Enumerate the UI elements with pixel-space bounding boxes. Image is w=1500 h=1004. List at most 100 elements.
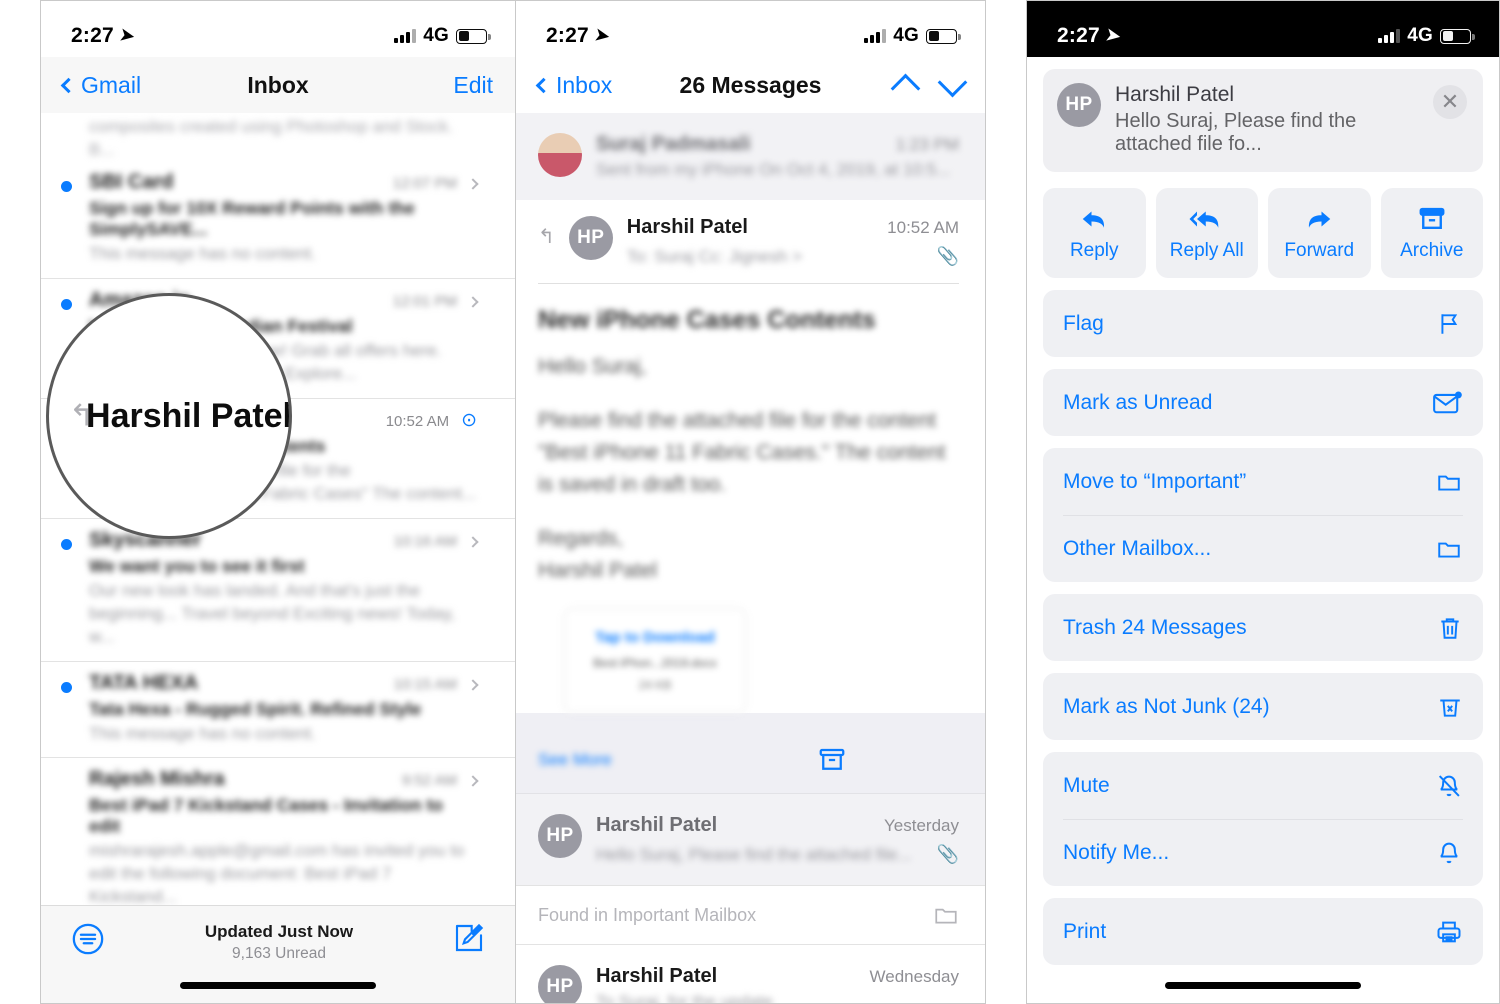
list-item[interactable]: Skyscanner 10:16 AM We want you to see i… <box>41 519 515 662</box>
reply-all-icon <box>1187 204 1227 234</box>
forward-button[interactable]: Forward <box>1268 188 1371 278</box>
notify-me-row[interactable]: Notify Me... <box>1043 819 1483 886</box>
signal-bars-icon <box>394 29 417 43</box>
mark-as-not-junk-row[interactable]: Mark as Not Junk (24) <box>1043 673 1483 740</box>
row-label: Trash 24 Messages <box>1063 615 1247 639</box>
updated-label: Updated Just Now <box>204 922 354 941</box>
folder-icon <box>1433 469 1463 495</box>
network-type: 4G <box>1407 25 1433 46</box>
phone-panel-action-sheet: 2:27 ➤ 4G HP Harshil Patel Hello Suraj, … <box>1026 0 1500 1004</box>
attachment-clip-icon: 📎 <box>936 246 959 266</box>
body-signature: Regards, Harshil Patel <box>538 526 658 582</box>
row-label: Print <box>1063 919 1107 943</box>
inbox-mail-list[interactable]: SBI Card 12:07 PM Sign up for 10X Reward… <box>41 161 515 994</box>
preview: Sent from my iPhone On Oct 4, 2019, at 1… <box>596 160 951 179</box>
action-sheet: HP Harshil Patel Hello Suraj, Please fin… <box>1027 57 1499 1003</box>
see-more-link[interactable]: See More <box>538 750 612 770</box>
archive-icon[interactable] <box>817 745 847 775</box>
attachment-download-label[interactable]: Tap to Download <box>575 629 735 646</box>
move-to-important-row[interactable]: Move to “Important” <box>1043 448 1483 515</box>
sheet-group-flag: Flag <box>1043 290 1483 357</box>
timestamp: Wednesday <box>869 967 959 987</box>
collapsed-message[interactable]: HP Harshil Patel Yesterday Hello Suraj, … <box>516 793 985 886</box>
sender-name: Harshil Patel <box>626 216 748 238</box>
found-in-mailbox-row[interactable]: Found in Important Mailbox <box>516 885 985 946</box>
timestamp: 1:23 PM <box>895 135 959 154</box>
row-label: Mute <box>1063 773 1110 797</box>
subject: Tata Hexa - Rugged Spirit. Refined Style <box>89 698 422 719</box>
collapsed-message[interactable]: Suraj Padmasali 1:23 PM Sent from my iPh… <box>516 113 985 200</box>
network-type: 4G <box>893 25 919 46</box>
chevron-up-icon[interactable] <box>890 73 921 103</box>
inbox-nav-bar: Gmail Inbox Edit <box>41 57 515 113</box>
back-to-inbox-button[interactable]: Inbox <box>535 72 612 99</box>
compose-icon[interactable] <box>453 922 485 954</box>
preview: Hello Suraj, Please find the attached fi… <box>596 845 912 865</box>
avatar: HP <box>538 965 582 1003</box>
timestamp: 12:01 PM <box>392 292 457 310</box>
archive-button[interactable]: Archive <box>1380 188 1483 278</box>
reply-all-button[interactable]: Reply All <box>1155 188 1258 278</box>
trash-messages-row[interactable]: Trash 24 Messages <box>1043 594 1483 661</box>
other-mailbox-row[interactable]: Other Mailbox... <box>1043 515 1483 582</box>
print-row[interactable]: Print <box>1043 898 1483 965</box>
recipients[interactable]: To: Suraj Cc: Jignesh > <box>627 247 802 267</box>
unread-dot <box>61 538 72 550</box>
sender-name: TATA HEXA <box>89 671 199 694</box>
close-icon[interactable]: ✕ <box>1433 85 1467 119</box>
thread-scroll-area[interactable]: Suraj Padmasali 1:23 PM Sent from my iPh… <box>516 113 985 1003</box>
flag-row[interactable]: Flag <box>1043 290 1483 357</box>
flag-icon <box>1433 310 1463 338</box>
sheet-group-junk: Mark as Not Junk (24) <box>1043 673 1483 740</box>
bell-icon <box>1433 839 1463 867</box>
unread-count: 9,163 Unread <box>232 945 326 962</box>
chevron-down-icon[interactable] <box>937 67 968 97</box>
signal-bars-icon <box>1378 29 1401 43</box>
status-bar: 2:27 ➤ 4G <box>516 1 985 57</box>
detail-disclosure-icon[interactable]: ⊙ <box>461 409 477 432</box>
battery-icon <box>1440 28 1475 44</box>
back-to-gmail-button[interactable]: Gmail <box>60 71 142 99</box>
sheet-group-trash: Trash 24 Messages <box>1043 594 1483 661</box>
back-label: Gmail <box>81 71 142 98</box>
location-arrow-icon: ➤ <box>1104 24 1122 47</box>
quick-actions-row: Reply Reply All Forward Archive <box>1043 188 1483 278</box>
status-bar: 2:27 ➤ 4G <box>41 1 515 57</box>
mute-row[interactable]: Mute <box>1043 752 1483 819</box>
phone-panel-inbox: 2:27 ➤ 4G Gmail Inbox Edit composites cr… <box>40 0 516 1004</box>
edit-button[interactable]: Edit <box>453 72 493 99</box>
timestamp: 10:16 AM <box>393 532 457 550</box>
chevron-right-icon <box>467 678 479 691</box>
home-indicator <box>1165 982 1361 989</box>
archive-icon <box>1416 204 1448 234</box>
sender-name: Harshil Patel <box>596 965 718 988</box>
sender-name: Harshil Patel <box>596 814 718 837</box>
magnified-text: Harshil Patel <box>86 396 292 435</box>
row-label: Mark as Unread <box>1063 390 1213 414</box>
collapsed-message[interactable]: HP Harshil Patel Wednesday To Suraj, for… <box>516 945 985 1003</box>
message-footer-tools: See More <box>516 743 985 793</box>
reply-button[interactable]: Reply <box>1043 188 1146 278</box>
list-item[interactable]: TATA HEXA 10:15 AM Tata Hexa - Rugged Sp… <box>41 662 515 759</box>
button-label: Forward <box>1284 240 1355 261</box>
edit-label: Edit <box>453 71 493 98</box>
chevron-right-icon <box>467 296 479 308</box>
preview: Our new look has landed. And that's just… <box>89 580 456 646</box>
attachment-filename: Best iPhon...2019.docx <box>593 656 717 671</box>
filter-icon[interactable] <box>71 922 105 956</box>
expanded-message[interactable]: ↰ HP Harshil Patel 10:52 AM To: Suraj Cc… <box>516 200 985 714</box>
list-item[interactable]: SBI Card 12:07 PM Sign up for 10X Reward… <box>41 161 515 279</box>
sender-name: Suraj Padmasali <box>596 133 751 155</box>
message-subject: New iPhone Cases Contents <box>538 306 876 334</box>
inbox-bottom-toolbar: Updated Just Now 9,163 Unread <box>41 905 515 1003</box>
subject: Sign up for 10X Reward Points with the S… <box>89 198 415 239</box>
list-item[interactable]: Rajesh Mishra 9:52 AM Best iPad 7 Kickst… <box>41 758 515 923</box>
message-body: Hello Suraj, Please find the attached fi… <box>538 335 959 586</box>
timestamp: 10:52 AM <box>887 218 959 237</box>
attachment-card[interactable]: Tap to Download Best iPhon...2019.docx 2… <box>564 608 746 714</box>
mark-as-unread-row[interactable]: Mark as Unread <box>1043 369 1483 436</box>
row-label: Notify Me... <box>1063 840 1170 864</box>
sender-name: Rajesh Mishra <box>89 768 225 791</box>
network-type: 4G <box>423 25 449 46</box>
battery-icon <box>926 28 961 44</box>
